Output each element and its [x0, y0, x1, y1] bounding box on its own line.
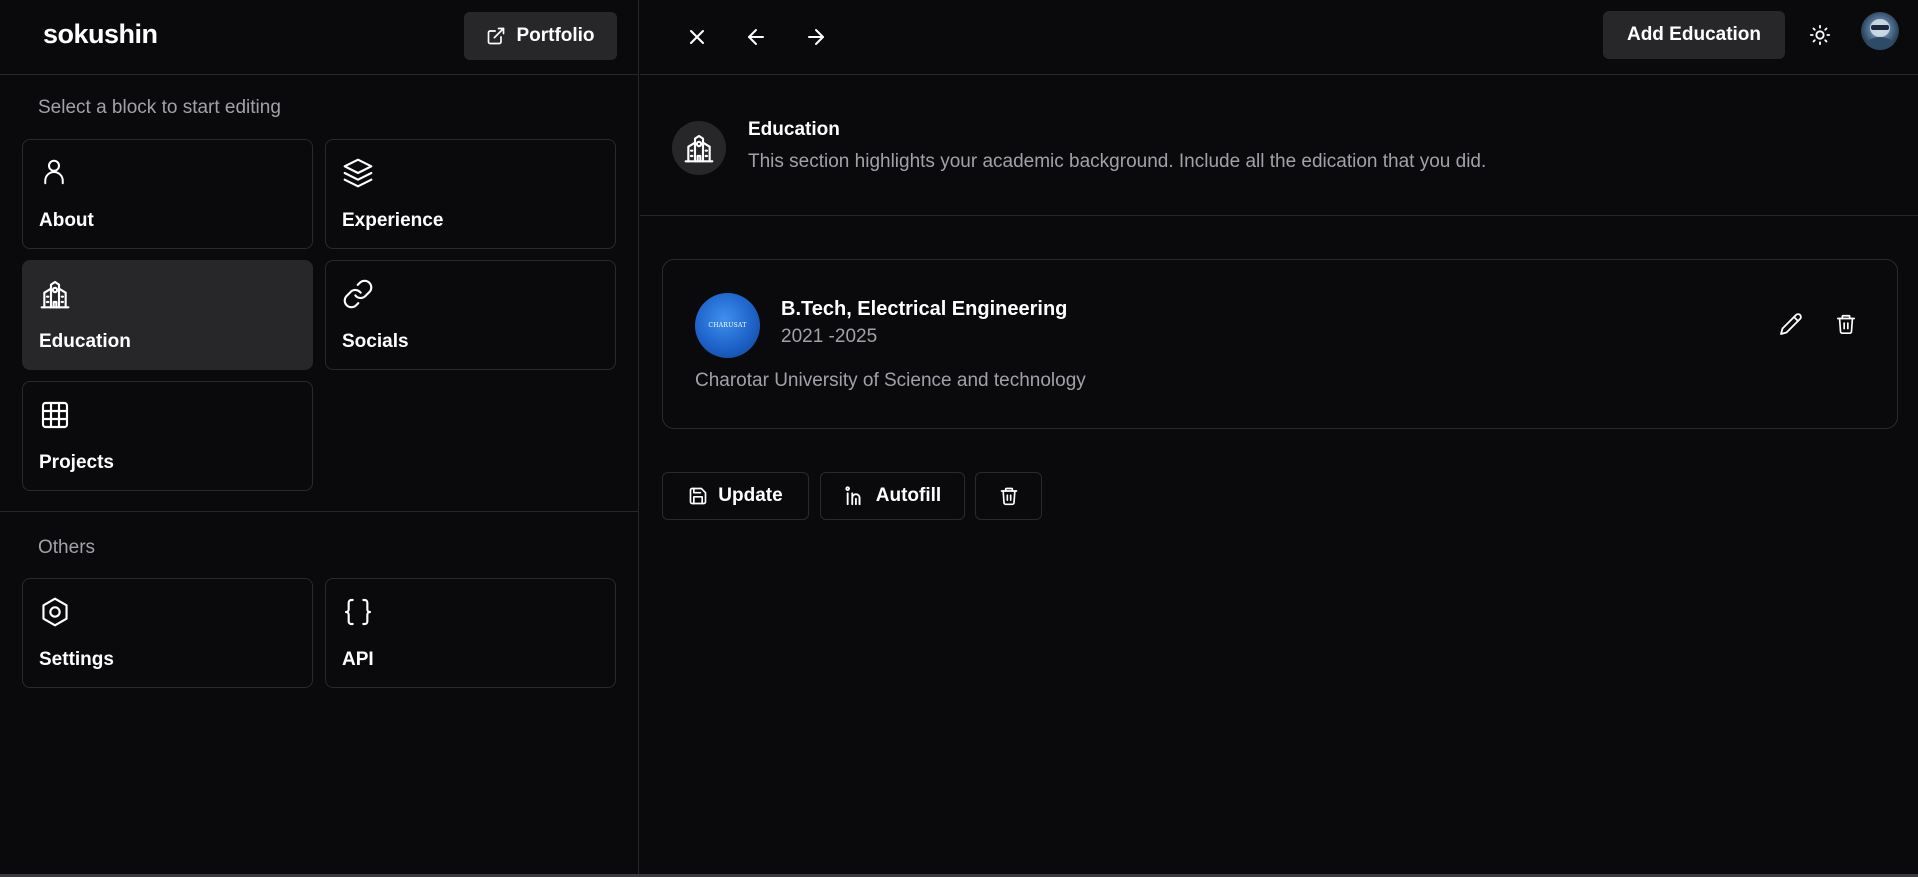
- university-logo: CHARUSAT: [695, 293, 760, 358]
- grid-icon: [39, 399, 71, 431]
- block-education[interactable]: Education: [22, 260, 313, 370]
- section-header: Education This section highlights your a…: [640, 76, 1918, 216]
- education-school: Charotar University of Science and techn…: [695, 370, 1086, 391]
- sidebar-prompt: Select a block to start editing: [38, 97, 281, 118]
- section-title: Education: [748, 119, 840, 140]
- block-projects[interactable]: Projects: [22, 381, 313, 491]
- delete-button[interactable]: [975, 472, 1042, 520]
- arrow-left-icon[interactable]: [744, 25, 768, 49]
- block-experience-label: Experience: [342, 210, 444, 231]
- editor-main: Add Education Education This section hig…: [640, 0, 1918, 877]
- autofill-button-label: Autofill: [875, 485, 942, 506]
- others-label: Others: [38, 537, 96, 558]
- block-socials-label: Socials: [342, 331, 409, 352]
- portfolio-button[interactable]: Portfolio: [464, 12, 617, 60]
- block-experience[interactable]: Experience: [325, 139, 616, 249]
- autofill-button[interactable]: Autofill: [820, 472, 965, 520]
- block-api-label: API: [342, 649, 374, 670]
- edit-icon[interactable]: [1779, 312, 1803, 336]
- education-degree: B.Tech, Electrical Engineering: [781, 298, 1068, 320]
- external-link-icon: [486, 26, 506, 46]
- block-about-label: About: [39, 210, 94, 231]
- layers-icon: [342, 157, 374, 189]
- user-icon: [39, 157, 69, 187]
- education-card: CHARUSAT B.Tech, Electrical Engineering …: [662, 259, 1898, 429]
- avatar[interactable]: [1861, 12, 1899, 50]
- save-icon: [688, 486, 708, 506]
- block-api[interactable]: API: [325, 578, 616, 688]
- block-settings-label: Settings: [39, 649, 114, 670]
- braces-icon: [342, 596, 374, 628]
- update-button[interactable]: Update: [662, 472, 809, 520]
- close-icon[interactable]: [685, 25, 709, 49]
- update-button-label: Update: [718, 485, 783, 506]
- university-logo-text: CHARUSAT: [708, 322, 747, 329]
- trash-icon[interactable]: [1835, 312, 1857, 336]
- sidebar: sokushin Portfolio Select a block to sta…: [0, 0, 639, 877]
- block-education-label: Education: [39, 331, 131, 352]
- school-icon: [672, 121, 726, 175]
- sun-icon[interactable]: [1809, 24, 1831, 46]
- sidebar-divider: [0, 511, 639, 512]
- section-description: This section highlights your academic ba…: [748, 151, 1487, 172]
- arrow-right-icon[interactable]: [804, 25, 828, 49]
- trash-icon: [999, 485, 1019, 507]
- education-years: 2021 -2025: [781, 326, 878, 347]
- brand-logo[interactable]: sokushin: [43, 19, 158, 50]
- sidebar-header: sokushin Portfolio: [0, 0, 638, 75]
- link-icon: [342, 278, 374, 310]
- block-about[interactable]: About: [22, 139, 313, 249]
- add-education-button[interactable]: Add Education: [1603, 11, 1785, 59]
- linkedin-icon: [844, 485, 866, 507]
- block-socials[interactable]: Socials: [325, 260, 616, 370]
- school-icon: [39, 278, 71, 310]
- block-projects-label: Projects: [39, 452, 114, 473]
- portfolio-button-label: Portfolio: [516, 25, 595, 46]
- hexagon-settings-icon: [39, 596, 71, 628]
- block-settings[interactable]: Settings: [22, 578, 313, 688]
- editor-toolbar: Add Education: [640, 0, 1918, 75]
